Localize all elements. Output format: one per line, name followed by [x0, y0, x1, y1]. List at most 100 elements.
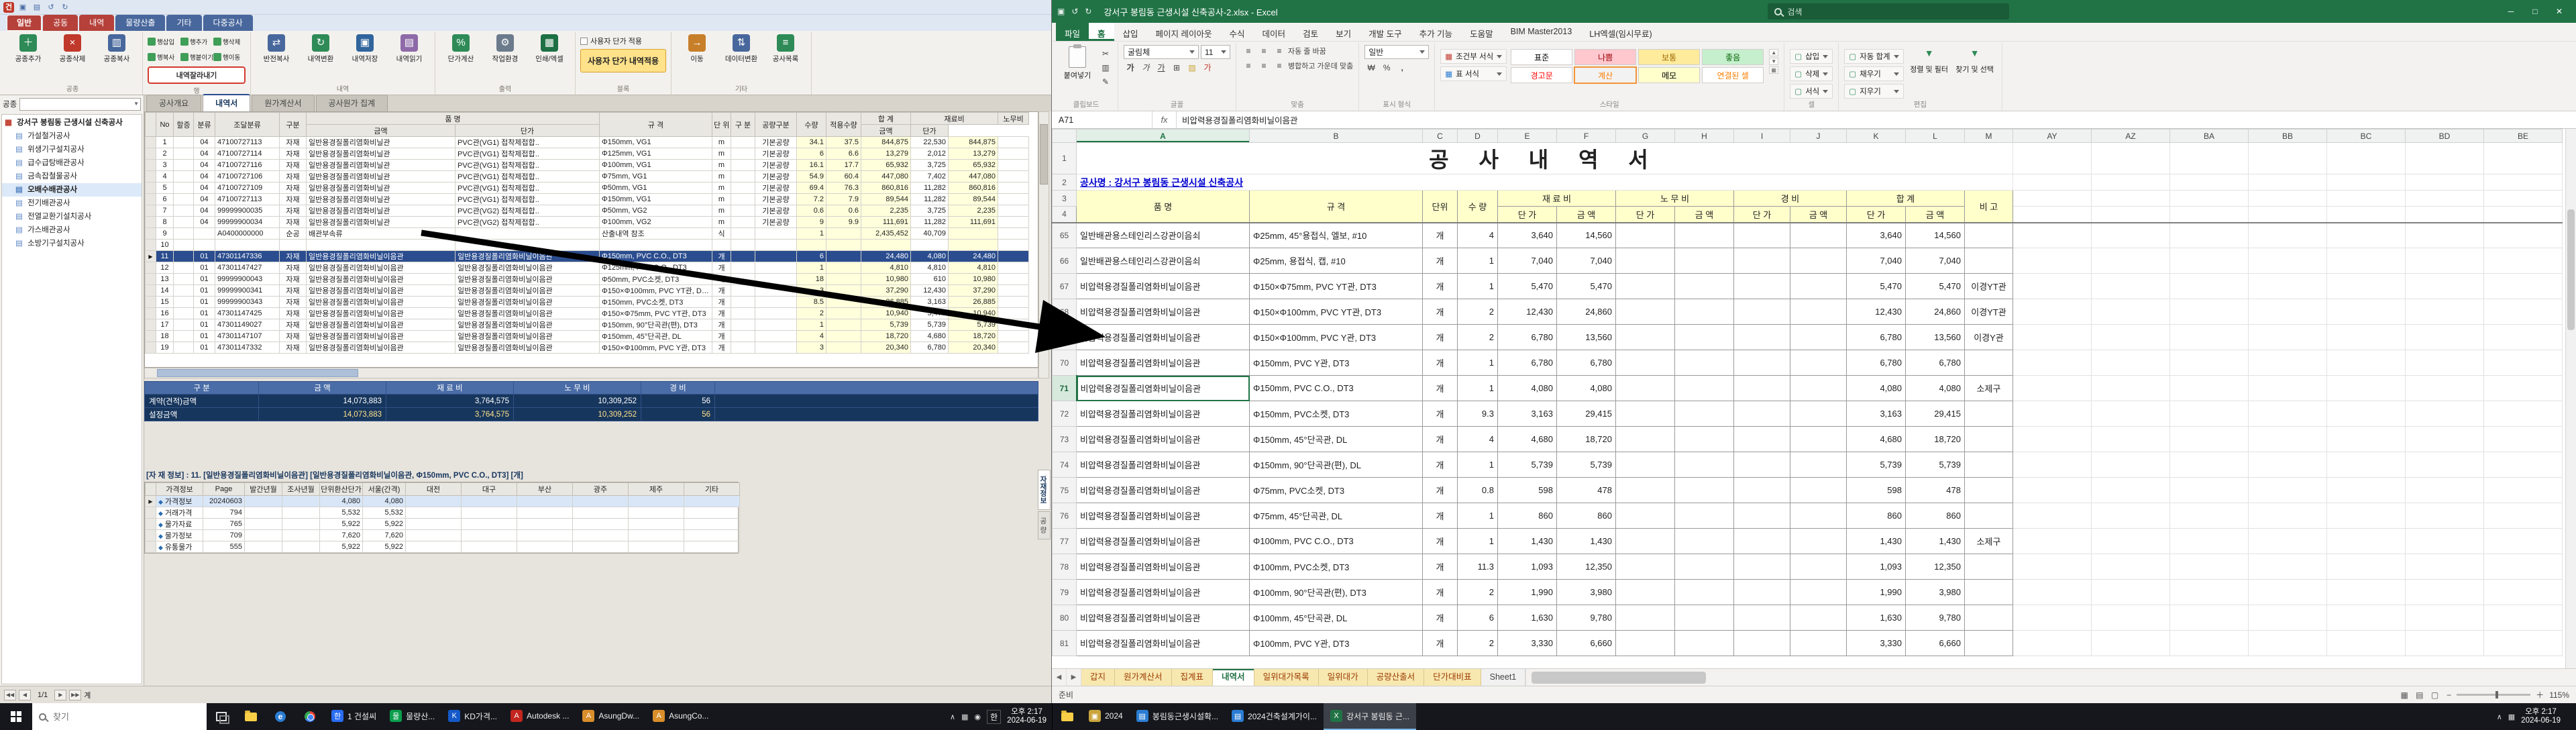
editing-big-button[interactable]: 찾기 및 선택 [1953, 45, 1996, 99]
side-tab[interactable]: 공 량 [1038, 511, 1051, 539]
ribbon-button[interactable]: ⇄ 반전복사 [256, 34, 297, 64]
last-page-button[interactable]: ▶▶ [69, 690, 81, 700]
taskbar-window-button[interactable]: A Autodesk ... [504, 703, 576, 730]
prev-page-button[interactable]: ◀ [19, 690, 31, 700]
scroll-up-icon[interactable]: ▲ [1769, 49, 1778, 56]
row-edit-button[interactable]: 행복사 [148, 50, 180, 64]
row-number[interactable]: 69 [1053, 325, 1077, 350]
document-tab[interactable]: 공사개요 [146, 95, 201, 111]
ribbon-button[interactable]: → 이동 [676, 34, 718, 64]
column-header[interactable]: H [1675, 129, 1734, 143]
column-header[interactable]: J [1790, 129, 1847, 143]
undo-icon[interactable]: ↺ [46, 2, 56, 13]
document-tab[interactable]: 원가계산서 [252, 95, 314, 111]
menu-tab[interactable]: 파일 [1056, 23, 1089, 41]
column-header[interactable]: C [1423, 129, 1458, 143]
menu-tab[interactable]: 추가 기능 [1411, 23, 1461, 41]
row-number[interactable]: 80 [1053, 605, 1077, 631]
column-header[interactable]: D [1458, 129, 1498, 143]
ribbon-button[interactable]: ＋ 공종추가 [7, 34, 49, 64]
user-price-apply-button[interactable]: 사용자 단가 내역적용 [580, 49, 666, 72]
bold-button[interactable] [1124, 62, 1137, 74]
menu-tab[interactable]: 페이지 레이아웃 [1147, 23, 1221, 41]
start-button[interactable] [0, 703, 32, 730]
estimate-row[interactable]: 6 04 47100727113 자재 일반용경질폴리염화비닐관 PVC관(VG… [146, 194, 1029, 205]
estimate-row[interactable]: 2 04 47100727114 자재 일반용경질폴리염화비닐관 PVC관(VG… [146, 148, 1029, 160]
estimate-row[interactable]: 1 04 47100727113 자재 일반용경질폴리염화비닐관 PVC관(VG… [146, 137, 1029, 148]
paste-button[interactable]: 붙여넣기 [1060, 45, 1095, 99]
underline-button[interactable] [1155, 62, 1168, 74]
styles-gallery-scroll[interactable]: ▲ ▼ ▦ [1768, 45, 1778, 99]
column-header[interactable]: AY [2013, 129, 2092, 143]
taskbar-window-button[interactable]: ▣ 2024 [1082, 703, 1130, 730]
row-number[interactable]: 76 [1053, 503, 1077, 529]
estimate-row[interactable]: ▶ 11 01 47301147336 자재 일반용경질폴리염화비닐이음관 일반… [146, 251, 1029, 262]
menu-tab[interactable]: 삽입 [1114, 23, 1147, 41]
estimate-row[interactable]: 8 04 99999900034 자재 일반용경질폴리염화비닐관 PVC관(VG… [146, 217, 1029, 228]
estimate-row[interactable]: 17 01 47301149027 자재 일반용경질폴리염화비닐이음관 일반용경… [146, 319, 1029, 331]
column-header[interactable]: BA [2170, 129, 2249, 143]
sheet-row[interactable]: 79 비압력용경질폴리염화비닐이음관 Φ100mm, 90°단곡관(편), DT… [1053, 580, 2563, 605]
taskbar-window-button[interactable]: 한 1 건설씨 [325, 703, 383, 730]
price-row[interactable]: 유통물가 555 5,922 5,922 [146, 541, 740, 553]
ribbon-tab[interactable]: 내역 [79, 15, 114, 31]
tray-expand-icon[interactable]: ∧ [950, 713, 955, 721]
column-header[interactable]: I [1734, 129, 1790, 143]
sheet-tab[interactable]: Sheet1 [1481, 669, 1526, 686]
row-number[interactable]: 78 [1053, 554, 1077, 580]
borders-button[interactable] [1170, 62, 1183, 74]
editing-button[interactable]: 채우기 [1844, 66, 1903, 81]
align-bottom-button[interactable] [1273, 45, 1286, 57]
row-edit-button[interactable]: 행삽입 [148, 34, 180, 49]
side-tab[interactable]: 자재정보 [1038, 470, 1051, 510]
cell-style-chip[interactable]: 나쁨 [1574, 49, 1636, 65]
cell-style-chip[interactable]: 계산 [1574, 67, 1636, 83]
ribbon-button[interactable]: ▣ 내역저장 [344, 34, 386, 64]
sheet-row[interactable]: 75 비압력용경질폴리염화비닐이음관 Φ75mm, PVC소켓, DT3 개 0… [1053, 478, 2563, 503]
ribbon-tab[interactable]: 다중공사 [203, 15, 253, 31]
column-header[interactable]: A [1077, 129, 1250, 143]
sheet-tab[interactable]: 집계표 [1172, 669, 1214, 686]
taskbar-window-button[interactable]: ▤ 봉림동근생시설확... [1130, 703, 1225, 730]
cut-button[interactable] [1099, 48, 1112, 60]
format-painter-button[interactable] [1099, 76, 1112, 88]
menu-tab[interactable]: 검토 [1294, 23, 1327, 41]
tree-item[interactable]: 전기배관공사 [2, 197, 142, 210]
cell-style-chip[interactable]: 메모 [1638, 67, 1700, 83]
taskbar-window-button[interactable]: ▤ 2024건축설계가이... [1225, 703, 1324, 730]
estimate-row[interactable]: 12 01 47301147427 자재 일반용경질폴리염화비닐이음관 일반용경… [146, 262, 1029, 274]
estimate-row[interactable]: 4 04 47100727106 자재 일반용경질폴리염화비닐관 PVC관(VG… [146, 171, 1029, 182]
row-edit-button[interactable]: 행추가 [180, 34, 213, 49]
cell-style-chip[interactable]: 경고문 [1511, 67, 1572, 83]
column-header[interactable]: BC [2327, 129, 2406, 143]
ribbon-button[interactable]: ⇅ 데이터변환 [720, 34, 762, 64]
fill-color-button[interactable] [1185, 62, 1199, 74]
percent-format-button[interactable] [1380, 62, 1393, 74]
view-mode-icons[interactable]: ▦ ▤ ▢ [2400, 690, 2441, 700]
editing-button[interactable]: 지우기 [1844, 84, 1903, 99]
estimate-row[interactable]: 13 01 99999900043 자재 일반용경질폴리염화비닐이음관 일반용경… [146, 274, 1029, 285]
menu-tab[interactable]: 도움말 [1461, 23, 1502, 41]
sheet-row[interactable]: 73 비압력용경질폴리염화비닐이음관 Φ150mm, 45°단곡관, DL 개 … [1053, 427, 2563, 452]
row-edit-button[interactable]: 행이동 [213, 50, 246, 64]
sheet-tab[interactable]: 일위대가 [1319, 669, 1368, 686]
formula-input[interactable]: 비압력용경질폴리염화비닐이음관 [1177, 111, 2576, 128]
estimate-row[interactable]: 5 04 47100727109 자재 일반용경질폴리염화비닐관 PVC관(VG… [146, 182, 1029, 194]
save-icon[interactable]: ▣ [1057, 7, 1065, 16]
tree-item[interactable]: 금속잡철물공사 [2, 170, 142, 183]
editing-button[interactable]: 자동 합계 [1844, 49, 1903, 64]
estimate-row[interactable]: 3 04 47100727116 자재 일반용경질폴리염화비닐관 PVC관(VG… [146, 160, 1029, 171]
row-number[interactable]: 75 [1053, 478, 1077, 503]
close-button[interactable]: ✕ [2548, 3, 2571, 20]
taskbar-search[interactable] [32, 703, 207, 730]
column-header[interactable]: B [1250, 129, 1423, 143]
tree-item[interactable]: 강서구 봉림동 근생시설 신축공사 [2, 116, 142, 129]
next-page-button[interactable]: ▶ [54, 690, 66, 700]
sheet-tab[interactable]: 내역서 [1213, 669, 1254, 686]
tree-item[interactable]: 오배수배관공사 [2, 183, 142, 197]
estimate-row[interactable]: 7 04 99999900035 자재 일반용경질폴리염화비닐관 PVC관(VG… [146, 205, 1029, 217]
sheet-row[interactable]: 76 비압력용경질폴리염화비닐이음관 Φ75mm, 45°단곡관, DL 개 1… [1053, 503, 2563, 529]
sheet-row[interactable]: 69 비압력용경질폴리염화비닐이음관 Φ150×Φ100mm, PVC Y관, … [1053, 325, 2563, 350]
work-type-combobox[interactable] [19, 98, 141, 111]
clock[interactable]: 오후 2:17 2024-06-19 [1007, 708, 1046, 725]
